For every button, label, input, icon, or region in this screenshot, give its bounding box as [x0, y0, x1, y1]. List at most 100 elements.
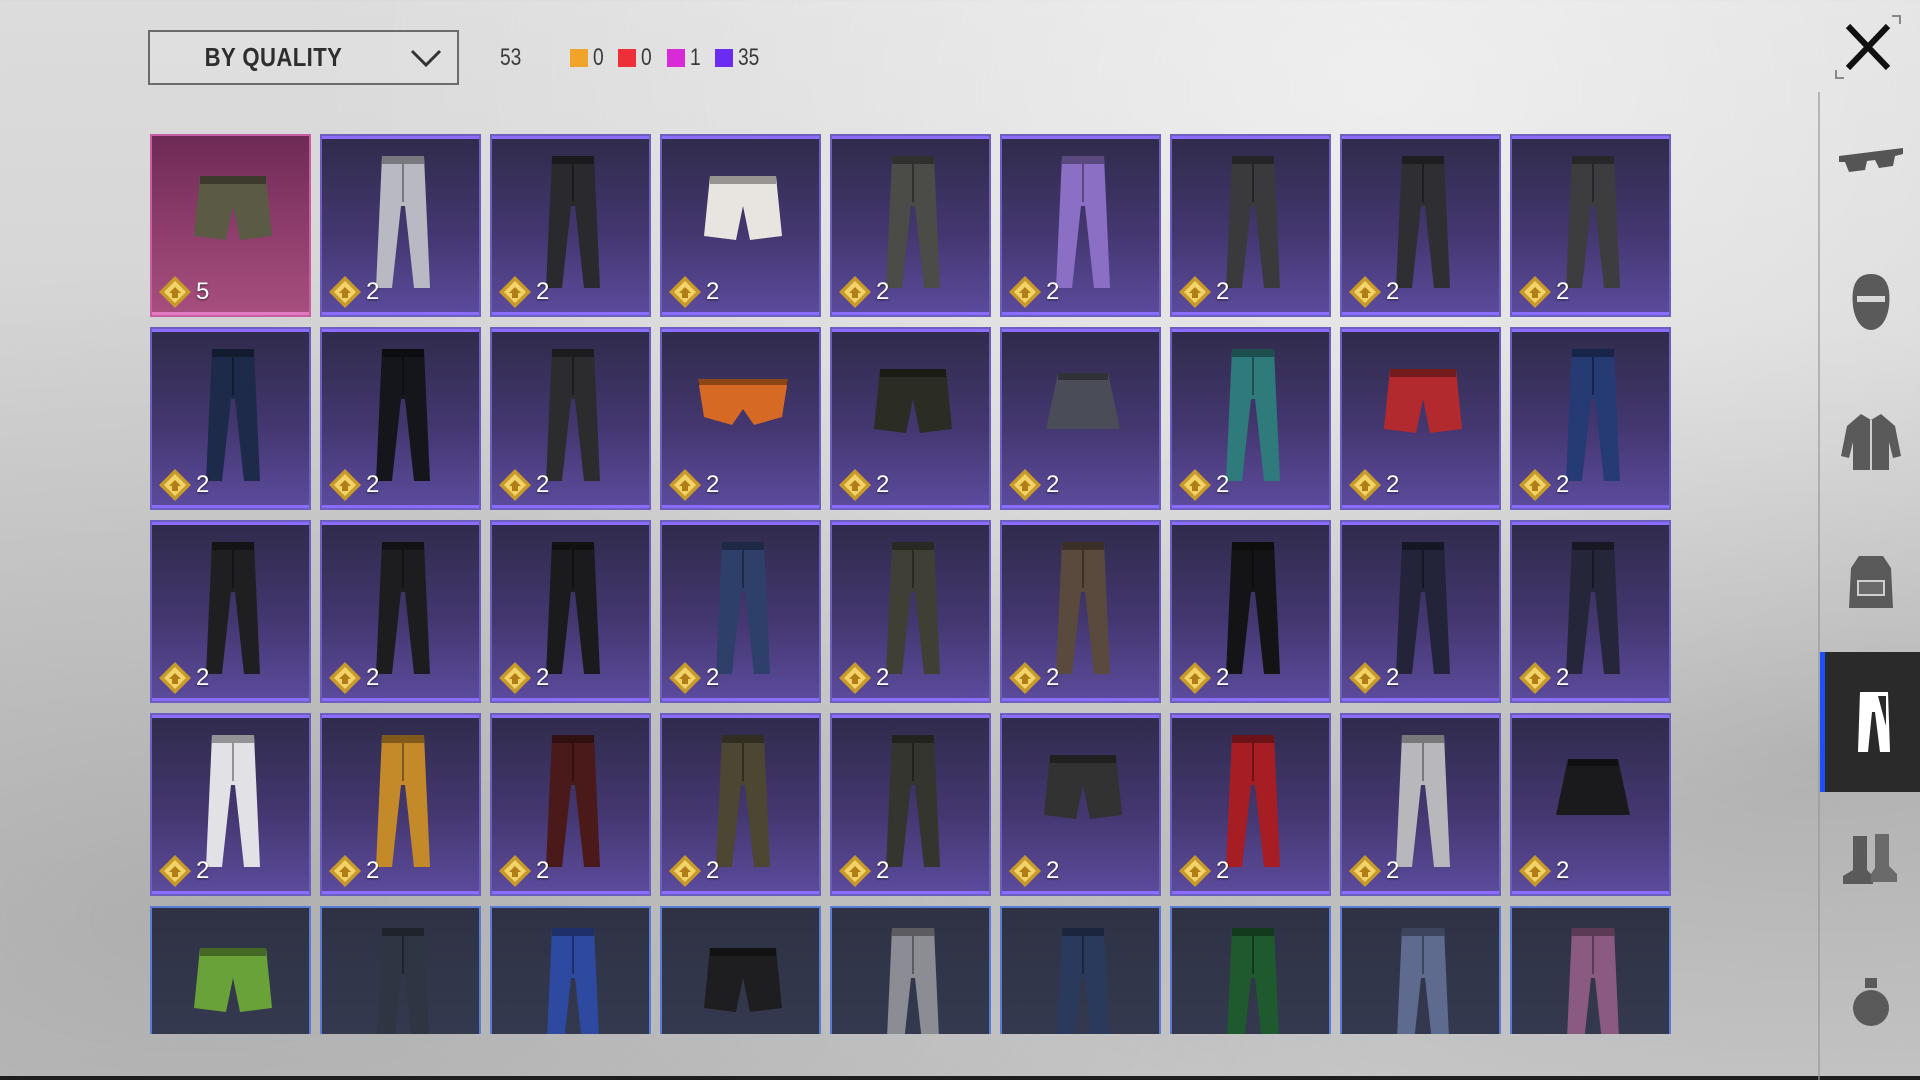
inventory-item-card[interactable]: 2: [1510, 327, 1671, 510]
inventory-item-card[interactable]: 5: [150, 134, 311, 317]
inventory-item-card[interactable]: 2: [830, 713, 991, 896]
total-item-count: 53: [500, 44, 522, 71]
inventory-item-card[interactable]: 2: [1000, 134, 1161, 317]
item-grid-viewport[interactable]: 5 2 2 2 2 2 2 2 2 2 2 2 2 2 2 2 2 2 2 2 …: [140, 130, 1680, 1034]
close-button[interactable]: [1834, 14, 1902, 80]
sort-dropdown[interactable]: BY QUALITY: [148, 30, 459, 85]
quality-count-pink: 1: [666, 44, 703, 72]
coin-icon: [499, 276, 531, 308]
item-count: 5: [196, 278, 210, 305]
inventory-item-card[interactable]: 2: [1170, 520, 1331, 703]
item-count: 2: [196, 857, 210, 884]
inventory-item-card[interactable]: 2: [660, 520, 821, 703]
inventory-item-card[interactable]: 2: [1170, 713, 1331, 896]
inventory-item-card[interactable]: [490, 906, 651, 1034]
tab-backpack[interactable]: [1820, 512, 1920, 652]
inventory-item-card[interactable]: 2: [1000, 327, 1161, 510]
item-count: 2: [706, 278, 720, 305]
inventory-item-card[interactable]: 2: [490, 134, 651, 317]
inventory-item-card[interactable]: 2: [490, 327, 651, 510]
item-count: 2: [536, 278, 550, 305]
item-count-badge: 2: [1178, 275, 1229, 309]
inventory-item-card[interactable]: [660, 906, 821, 1034]
coin-icon: [159, 855, 191, 887]
tab-pants[interactable]: [1820, 652, 1920, 792]
boots-icon: [1843, 834, 1897, 884]
tab-eyewear[interactable]: [1820, 92, 1920, 232]
inventory-item-card[interactable]: 2: [1340, 713, 1501, 896]
coin-icon: [669, 855, 701, 887]
inventory-item-card[interactable]: [1340, 906, 1501, 1034]
item-count-badge: 2: [1008, 468, 1059, 502]
inventory-item-card[interactable]: 2: [660, 713, 821, 896]
inventory-item-card[interactable]: [1000, 906, 1161, 1034]
inventory-item-card[interactable]: 2: [150, 520, 311, 703]
item-count-badge: 2: [1178, 661, 1229, 695]
item-count-badge: 2: [1008, 275, 1059, 309]
item-count-badge: 2: [498, 854, 549, 888]
inventory-item-card[interactable]: 2: [1000, 520, 1161, 703]
inventory-item-card[interactable]: [1170, 906, 1331, 1034]
inventory-item-card[interactable]: 2: [830, 520, 991, 703]
inventory-item-card[interactable]: 2: [150, 713, 311, 896]
tab-footwear[interactable]: [1820, 792, 1920, 932]
inventory-item-card[interactable]: 2: [1340, 134, 1501, 317]
inventory-item-card[interactable]: 2: [1170, 327, 1331, 510]
item-count-badge: 2: [1178, 468, 1229, 502]
inventory-item-card[interactable]: [150, 906, 311, 1034]
bottom-bar: [0, 1076, 1920, 1080]
pants-icon: [1857, 692, 1890, 752]
quality-count-value: 0: [593, 44, 604, 71]
item-count: 2: [706, 471, 720, 498]
item-count-badge: 2: [1178, 854, 1229, 888]
inventory-item-card[interactable]: 2: [660, 134, 821, 317]
coin-icon: [1519, 662, 1551, 694]
item-count-badge: 2: [838, 854, 889, 888]
inventory-item-card[interactable]: 2: [830, 327, 991, 510]
coin-icon: [669, 469, 701, 501]
item-count-badge: 2: [498, 468, 549, 502]
tab-throwables[interactable]: [1820, 932, 1920, 1072]
item-count-badge: 2: [1348, 854, 1399, 888]
inventory-item-card[interactable]: 2: [1510, 713, 1671, 896]
coin-icon: [1519, 276, 1551, 308]
quality-count-value: 1: [689, 44, 701, 71]
item-count-badge: 2: [158, 661, 209, 695]
inventory-item-card[interactable]: 2: [660, 327, 821, 510]
inventory-item-card[interactable]: 2: [320, 327, 481, 510]
item-count: 2: [366, 471, 380, 498]
item-count: 2: [1216, 471, 1230, 498]
coin-icon: [1179, 276, 1211, 308]
inventory-item-card[interactable]: 2: [490, 713, 651, 896]
inventory-item-card[interactable]: 2: [320, 520, 481, 703]
inventory-item-card[interactable]: 2: [1510, 520, 1671, 703]
inventory-item-card[interactable]: 2: [490, 520, 651, 703]
glasses-icon: [1839, 148, 1903, 172]
inventory-item-card[interactable]: 2: [1000, 713, 1161, 896]
coin-icon: [1179, 662, 1211, 694]
coin-icon: [1349, 276, 1381, 308]
inventory-item-card[interactable]: 2: [1170, 134, 1331, 317]
inventory-item-card[interactable]: 2: [1340, 327, 1501, 510]
inventory-item-card[interactable]: 2: [830, 134, 991, 317]
item-count: 2: [196, 664, 210, 691]
coin-icon: [1179, 855, 1211, 887]
inventory-item-card[interactable]: 2: [320, 713, 481, 896]
item-count: 2: [1556, 471, 1570, 498]
tab-mask[interactable]: [1820, 232, 1920, 372]
tab-top[interactable]: [1820, 372, 1920, 512]
coin-icon: [159, 276, 191, 308]
inventory-item-card[interactable]: [1510, 906, 1671, 1034]
inventory-item-card[interactable]: [830, 906, 991, 1034]
inventory-item-card[interactable]: 2: [1340, 520, 1501, 703]
inventory-item-card[interactable]: 2: [320, 134, 481, 317]
quality-swatch: [618, 49, 637, 67]
item-grid: 5 2 2 2 2 2 2 2 2 2 2 2 2 2 2 2 2 2 2 2 …: [150, 134, 1671, 1034]
inventory-item-card[interactable]: 2: [150, 327, 311, 510]
coin-icon: [1009, 855, 1041, 887]
coin-icon: [1349, 855, 1381, 887]
inventory-item-card[interactable]: 2: [1510, 134, 1671, 317]
coin-icon: [329, 276, 361, 308]
inventory-item-card[interactable]: [320, 906, 481, 1034]
item-image: [704, 948, 782, 1012]
